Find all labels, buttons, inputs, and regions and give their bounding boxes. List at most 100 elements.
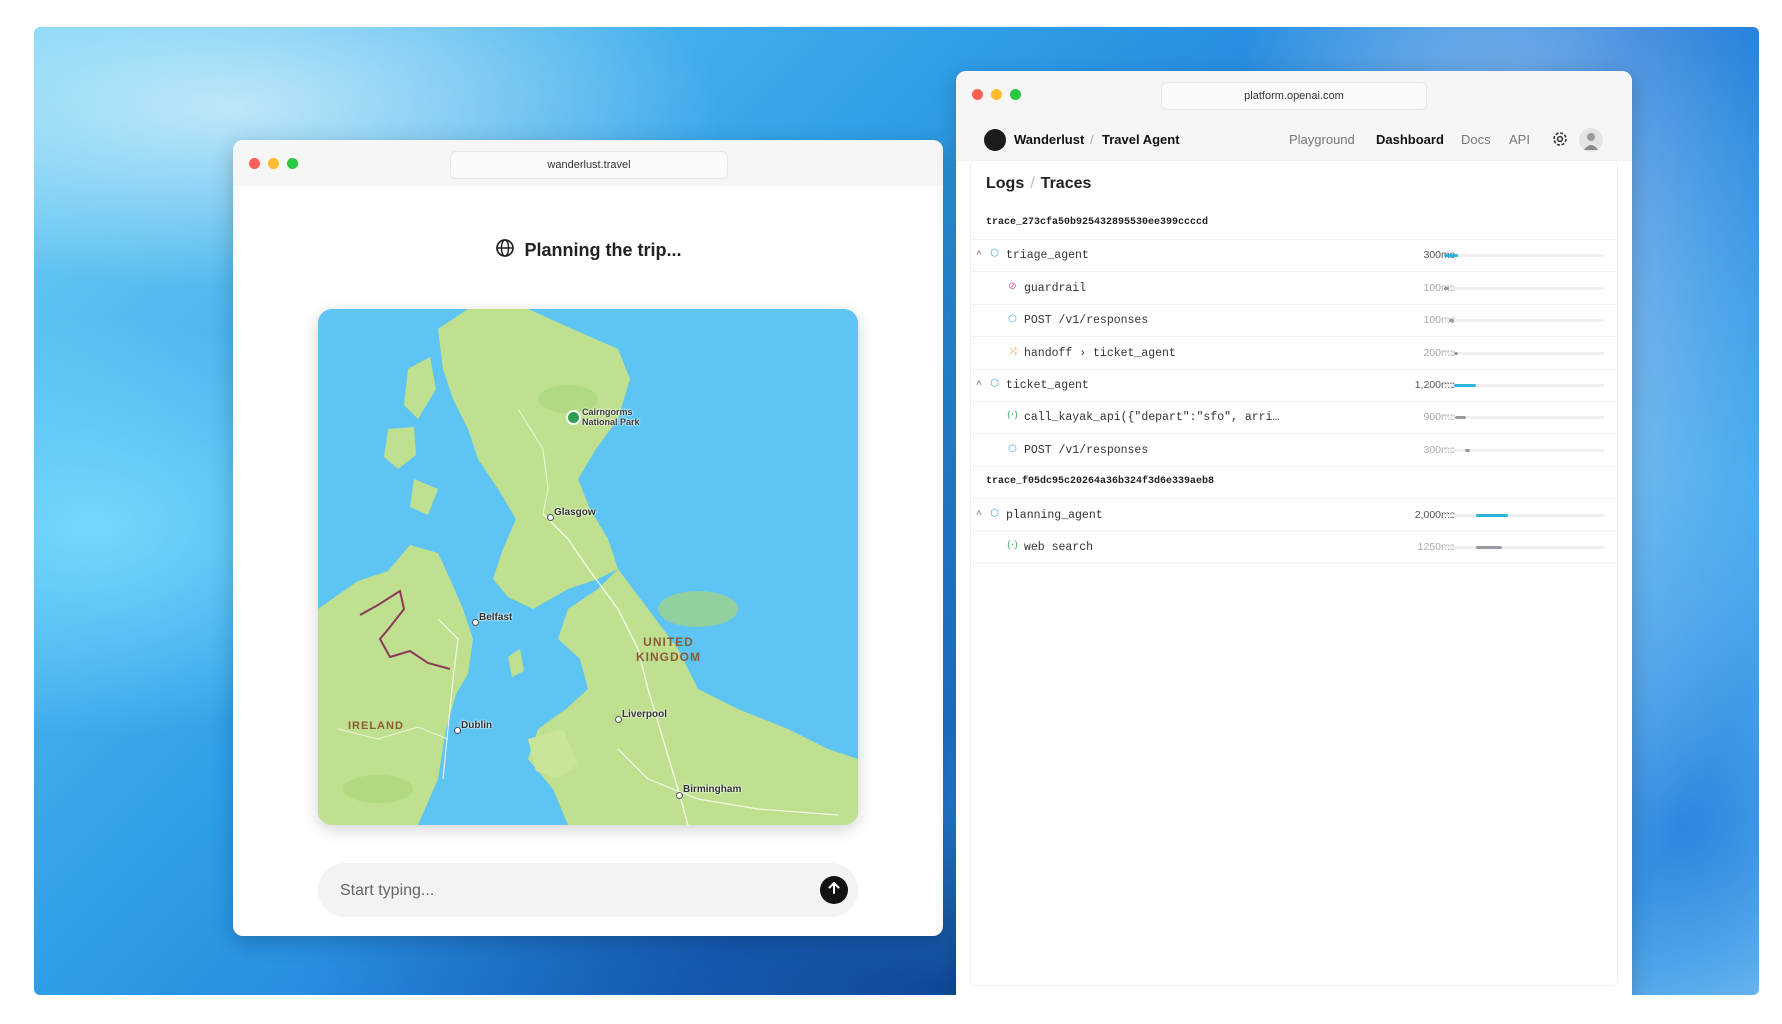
address-bar[interactable]: platform.openai.com: [1161, 82, 1427, 110]
close-button[interactable]: [972, 89, 983, 100]
arrow-up-icon: [826, 880, 842, 901]
span-timeline-bar: [1448, 319, 1454, 323]
span-timeline-track: [1444, 448, 1604, 452]
title-bar: wanderlust.travel: [233, 140, 943, 186]
function-icon: (·): [1007, 540, 1018, 551]
span-timeline-track: [1444, 351, 1604, 355]
span-name: handoff › ticket_agent: [1024, 346, 1176, 360]
globe-icon: [495, 238, 515, 263]
window-controls: [972, 89, 1021, 100]
agent-icon: ⬡: [990, 507, 999, 519]
window-controls: [249, 158, 298, 169]
span-row[interactable]: ⊘ guardrail 100ms: [971, 272, 1617, 305]
span-timeline-track: [1444, 254, 1604, 258]
chat-input-container: [318, 863, 858, 919]
span-timeline-track: [1444, 319, 1604, 323]
city-dot-icon: [472, 619, 479, 626]
wanderlust-app-window: wanderlust.travel Planning the trip... C…: [233, 140, 943, 936]
send-button[interactable]: [820, 876, 848, 904]
breadcrumb-separator: /: [1090, 132, 1094, 147]
nav-link-docs[interactable]: Docs: [1461, 132, 1491, 147]
org-name[interactable]: Wanderlust: [1014, 132, 1084, 147]
map-label-dublin[interactable]: Dublin: [461, 720, 492, 731]
city-dot-icon: [547, 514, 554, 521]
map-label-united-kingdom: UNITED KINGDOM: [636, 635, 701, 665]
country-label-line1: UNITED: [643, 635, 694, 649]
span-row[interactable]: ○ POST /v1/responses 300ms: [971, 434, 1617, 467]
trace-id: trace_f05dc95c20264a36b324f3d6e339aeb8: [986, 476, 1215, 488]
minimize-button[interactable]: [991, 89, 1002, 100]
agent-icon: ⬡: [990, 378, 999, 389]
function-icon: (·): [1007, 410, 1018, 422]
span-row[interactable]: (·) call_kayak_api({"depart":"sfo", arri……: [971, 401, 1617, 435]
span-timeline-bar: [1453, 351, 1459, 355]
city-dot-icon: [615, 716, 622, 723]
planning-status: Planning the trip...: [233, 238, 943, 263]
desktop-background: wanderlust.travel Planning the trip... C…: [34, 27, 1759, 995]
park-name-line2: National Park: [582, 417, 640, 427]
map-label-liverpool[interactable]: Liverpool: [622, 709, 667, 720]
guardrail-icon: ⊘: [1008, 280, 1017, 292]
traces-panel: Logs / Traces trace_273cfa50b925432895530e…: [971, 161, 1617, 985]
span-name: planning_agent: [1006, 508, 1103, 522]
top-navigation: Wanderlust / Travel Agent Playground Das…: [956, 117, 1632, 161]
minimize-button[interactable]: [268, 158, 279, 169]
span-timeline-track: [1444, 286, 1604, 290]
span-name: call_kayak_api({"depart":"sfo", arri…: [1024, 411, 1280, 425]
nav-link-api[interactable]: API: [1509, 132, 1530, 147]
trace-id: trace_273cfa50b925432895530ee399ccccd: [986, 217, 1209, 228]
span-timeline-bar: [1444, 286, 1449, 290]
park-marker-icon[interactable]: [566, 410, 581, 425]
span-name: ticket_agent: [1006, 379, 1089, 392]
span-name: triage_agent: [1006, 249, 1089, 263]
zoom-button[interactable]: [1010, 89, 1021, 100]
avatar[interactable]: [1579, 128, 1603, 152]
span-timeline-bar: [1453, 384, 1476, 387]
page-breadcrumb: Logs / Traces: [986, 175, 1091, 193]
chevron-up-icon[interactable]: ˄: [976, 378, 982, 389]
gear-icon[interactable]: [1551, 130, 1569, 151]
map-land: [318, 309, 858, 825]
nav-link-playground[interactable]: Playground: [1289, 132, 1355, 147]
org-logo-icon: [984, 129, 1006, 151]
chevron-up-icon[interactable]: ˄: [976, 508, 982, 519]
span-row[interactable]: ○ POST /v1/responses 100ms: [971, 304, 1617, 338]
span-timeline-track: [1444, 546, 1604, 549]
breadcrumb-separator: /: [1030, 175, 1035, 192]
planning-status-text: Planning the trip...: [524, 240, 682, 260]
city-dot-icon: [676, 792, 683, 799]
span-name: POST /v1/responses: [1024, 314, 1149, 328]
span-timeline-bar: [1455, 416, 1467, 420]
span-row[interactable]: ˄ ⬡ ticket_agent 1,200ms: [971, 369, 1617, 402]
trip-map[interactable]: Cairngorms National Park Glasgow Belfast…: [318, 309, 858, 825]
title-bar: platform.openai.com: [956, 71, 1632, 117]
map-label-belfast[interactable]: Belfast: [479, 612, 512, 623]
span-row[interactable]: ˄ ⬡ triage_agent 300ms: [971, 239, 1617, 273]
span-timeline-track: [1444, 384, 1604, 387]
map-label-birmingham[interactable]: Birmingham: [683, 784, 741, 795]
address-bar[interactable]: wanderlust.travel: [450, 151, 728, 179]
park-name-line1: Cairngorms: [582, 407, 633, 417]
chevron-up-icon[interactable]: ˄: [976, 248, 982, 259]
zoom-button[interactable]: [287, 158, 298, 169]
nav-link-dashboard[interactable]: Dashboard: [1376, 132, 1444, 147]
span-timeline-bar: [1476, 513, 1508, 517]
span-timeline-track: [1444, 513, 1604, 517]
span-row[interactable]: (·) web search 1250ms: [971, 531, 1617, 564]
span-name: POST /v1/responses: [1024, 443, 1149, 457]
span-row[interactable]: ˄ ⬡ planning_agent 2,000ms: [971, 499, 1617, 532]
trace-header-row[interactable]: trace_273cfa50b925432895530ee399ccccd: [971, 207, 1617, 240]
project-name[interactable]: Travel Agent: [1102, 132, 1180, 147]
span-name: web search: [1024, 541, 1094, 554]
response-icon: ○: [1008, 313, 1017, 325]
map-label-glasgow[interactable]: Glasgow: [554, 507, 596, 518]
city-dot-icon: [454, 727, 461, 734]
trace-header-row[interactable]: trace_f05dc95c20264a36b324f3d6e339aeb8: [971, 466, 1617, 500]
span-timeline-bar: [1444, 254, 1459, 258]
country-label-line2: KINGDOM: [636, 650, 701, 664]
breadcrumb-logs[interactable]: Logs: [986, 175, 1024, 192]
close-button[interactable]: [249, 158, 260, 169]
span-name: guardrail: [1024, 281, 1087, 295]
span-row[interactable]: ⤨ handoff › ticket_agent 200ms: [971, 337, 1617, 370]
chat-input[interactable]: [338, 863, 782, 919]
